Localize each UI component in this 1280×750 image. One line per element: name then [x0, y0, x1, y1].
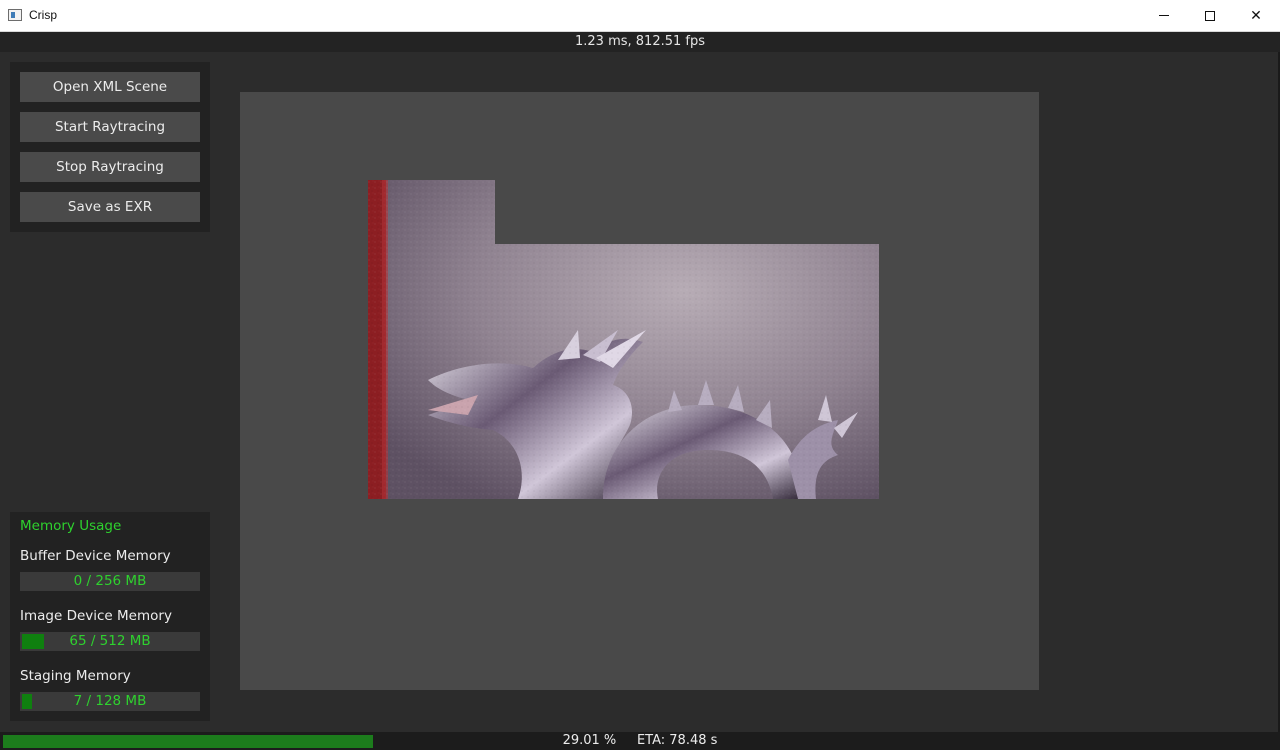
- buffer-memory-bar: 0 / 256 MB: [20, 572, 200, 591]
- close-icon: ✕: [1250, 7, 1262, 24]
- staging-memory-value: 7 / 128 MB: [73, 693, 147, 709]
- progress-percent: 29.01 %: [562, 733, 617, 748]
- image-memory-label: Image Device Memory: [20, 608, 172, 624]
- window-title: Crisp: [29, 8, 58, 22]
- image-memory-bar: 65 / 512 MB: [20, 632, 200, 651]
- start-raytracing-button[interactable]: Start Raytracing: [20, 112, 200, 142]
- save-as-exr-button[interactable]: Save as EXR: [20, 192, 200, 222]
- progress-eta: ETA: 78.48 s: [636, 733, 718, 748]
- app-window: Crisp ✕ 1.23 ms, 812.51 fps Open XML Sce…: [0, 0, 1280, 750]
- close-button[interactable]: ✕: [1233, 0, 1279, 31]
- memory-usage-panel: Memory Usage Buffer Device Memory 0 / 25…: [10, 512, 210, 721]
- app-window-icon: [8, 9, 22, 21]
- buffer-memory-label: Buffer Device Memory: [20, 548, 171, 564]
- maximize-button[interactable]: [1187, 0, 1233, 31]
- minimize-icon: [1159, 15, 1169, 16]
- buffer-memory-value: 0 / 256 MB: [73, 573, 147, 589]
- open-xml-scene-button[interactable]: Open XML Scene: [20, 72, 200, 102]
- image-memory-value: 65 / 512 MB: [69, 633, 151, 649]
- memory-usage-heading: Memory Usage: [20, 518, 122, 534]
- controls-panel: Open XML Scene Start Raytracing Stop Ray…: [10, 62, 210, 232]
- dragon-render-image: [368, 180, 879, 499]
- fps-readout: 1.23 ms, 812.51 fps: [0, 32, 1280, 52]
- maximize-icon: [1205, 10, 1215, 21]
- staging-memory-bar: 7 / 128 MB: [20, 692, 200, 711]
- stop-raytracing-button[interactable]: Stop Raytracing: [20, 152, 200, 182]
- render-viewport[interactable]: [240, 92, 1039, 690]
- staging-memory-label: Staging Memory: [20, 668, 131, 684]
- minimize-button[interactable]: [1141, 0, 1187, 31]
- progress-status: 29.01 % ETA: 78.48 s: [0, 732, 1280, 750]
- render-progress-bar: 29.01 % ETA: 78.48 s: [0, 732, 1280, 750]
- title-bar[interactable]: Crisp ✕: [0, 0, 1280, 32]
